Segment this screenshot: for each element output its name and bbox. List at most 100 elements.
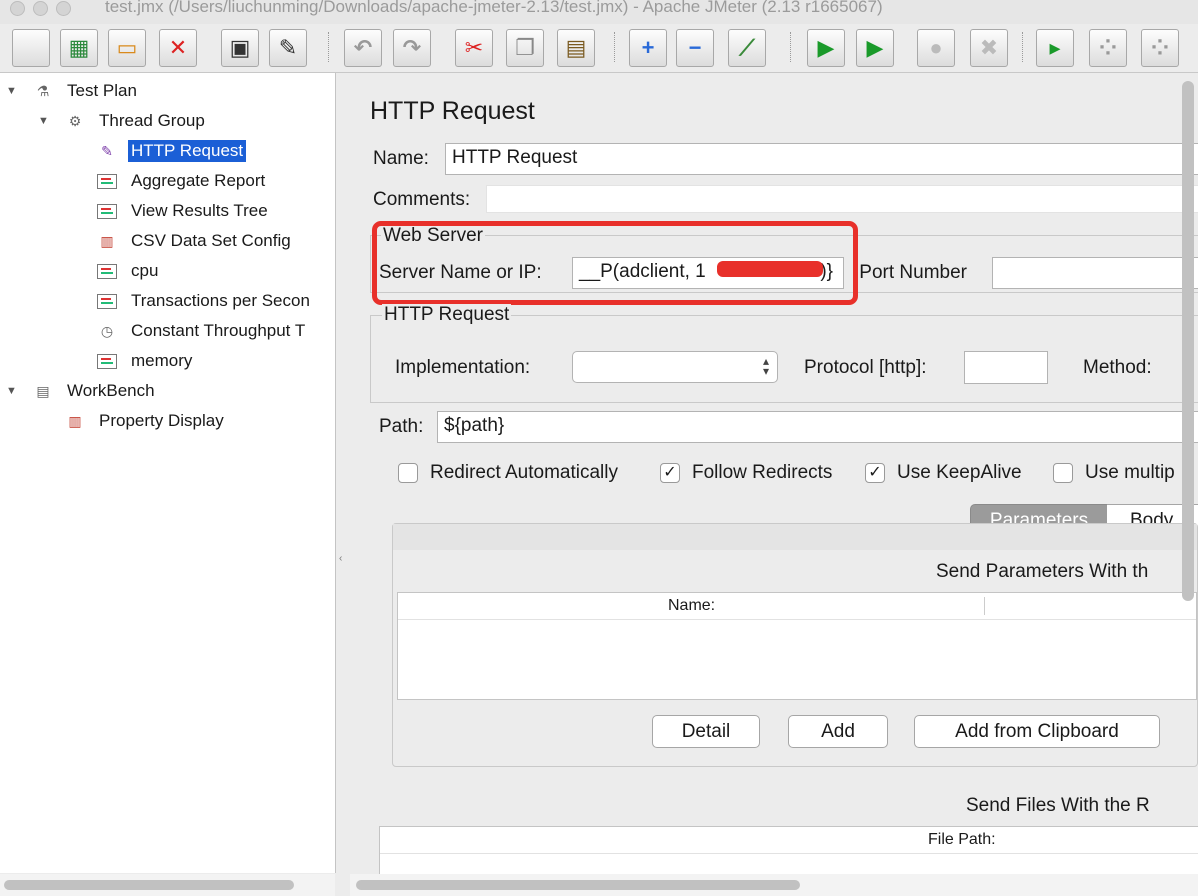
add-button[interactable]: Add (788, 715, 888, 748)
tree-item-cpu[interactable]: cpu (96, 258, 161, 284)
detail-button[interactable]: Detail (652, 715, 760, 748)
tree-item-label: View Results Tree (131, 201, 268, 220)
checkbox-use-keepalive[interactable]: ✓ Use KeepAlive (865, 462, 1022, 484)
panel-scroll-thumb[interactable] (356, 880, 800, 890)
panel-horizontal-scrollbar[interactable] (350, 874, 1198, 896)
panel-title: HTTP Request (370, 97, 535, 125)
close-icon: ✕ (168, 35, 188, 60)
graph-icon (96, 350, 118, 372)
workbench-icon: ▤ (36, 382, 50, 399)
window-titlebar: test.jmx (/Users/liuchunming/Downloads/a… (0, 0, 1198, 25)
toggle-icon: ⟋ (739, 35, 755, 60)
split-pane-divider[interactable]: ‹ (336, 73, 350, 896)
tree-item-constant-throughput-t[interactable]: ◷ Constant Throughput T (96, 318, 308, 344)
flask-icon: ⚗ (36, 82, 50, 99)
tree-item-transactions-per-secon[interactable]: Transactions per Secon (96, 288, 313, 314)
redo-icon: ↷ (402, 35, 422, 60)
open-button[interactable]: ▭ (108, 29, 146, 67)
tree-item-thread-group[interactable]: ▼ ⚙ Thread Group (38, 108, 208, 134)
tree-horizontal-scrollbar[interactable] (0, 874, 335, 896)
redo-button[interactable]: ↷ (393, 29, 431, 67)
zoom-window-button[interactable] (56, 1, 71, 16)
select-arrows-icon: ▴ ▾ (762, 354, 769, 378)
checkbox-redirect-automatically[interactable]: Redirect Automatically (398, 462, 618, 484)
toggle-button[interactable]: ⟋ (728, 29, 766, 67)
start-no-pause-button[interactable]: ▶ (856, 29, 894, 67)
checkmark-icon[interactable]: ✓ (660, 463, 680, 483)
save-as-icon: ✎ (278, 35, 298, 60)
comments-label: Comments: (373, 189, 471, 210)
checkbox-empty-icon[interactable] (1053, 463, 1073, 483)
tree-item-aggregate-report[interactable]: Aggregate Report (96, 168, 268, 194)
remote-exit-icon: ⁘ (1150, 35, 1170, 60)
tree-item-label: CSV Data Set Config (131, 231, 291, 250)
toolbar-separator (790, 32, 791, 62)
copy-button[interactable]: ❐ (506, 29, 544, 67)
send-files-caption: Send Files With the R (966, 795, 1150, 816)
close-button[interactable]: ✕ (159, 29, 197, 67)
tree-item-label: Test Plan (67, 81, 137, 100)
comments-field[interactable] (486, 185, 1198, 213)
tree-item-label: HTTP Request (128, 140, 247, 162)
file-path-column-header[interactable]: File Path: (928, 831, 996, 849)
tree-item-label: Property Display (99, 411, 224, 430)
expand-arrow-icon[interactable]: ▼ (6, 85, 20, 97)
panel-vertical-scrollbar[interactable] (1182, 81, 1194, 601)
minimize-window-button[interactable] (33, 1, 48, 16)
cut-button[interactable]: ✂ (455, 29, 493, 67)
checkmark-icon[interactable]: ✓ (865, 463, 885, 483)
name-column-header[interactable]: Name: (668, 597, 715, 615)
paste-button[interactable]: ▤ (557, 29, 595, 67)
expand-icon: + (641, 35, 655, 60)
checkbox-follow-redirects[interactable]: ✓ Follow Redirects (660, 462, 832, 484)
parameters-table-header: Name: (398, 593, 1196, 620)
start-no-pause-icon: ▶ (866, 35, 884, 60)
graph-icon (96, 200, 118, 222)
save-as-button[interactable]: ✎ (269, 29, 307, 67)
graph-icon (96, 290, 118, 312)
remote-stop-button[interactable]: ⁘ (1089, 29, 1127, 67)
checkbox-label: Redirect Automatically (430, 462, 618, 483)
implementation-label: Implementation: (395, 357, 531, 378)
method-label: Method: (1083, 357, 1152, 378)
protocol-field[interactable] (964, 351, 1048, 384)
save-button[interactable]: ▣ (221, 29, 259, 67)
tree-item-test-plan[interactable]: ▼ ⚗ Test Plan (6, 78, 140, 104)
protocol-label: Protocol [http]: (804, 357, 927, 378)
collapse-button[interactable]: − (676, 29, 714, 67)
test-plan-tree: ▼ ⚗ Test Plan ▼ ⚙ Thread Group ✎ HTTP Request Ag… (0, 73, 336, 873)
expand-arrow-icon[interactable]: ▼ (38, 115, 52, 127)
http-request-panel: HTTP Request Name: HTTP Request Comments… (350, 73, 1198, 896)
port-number-field[interactable] (992, 257, 1198, 289)
tree-item-memory[interactable]: memory (96, 348, 195, 374)
shutdown-button[interactable]: ✖ (970, 29, 1008, 67)
add-from-clipboard-button[interactable]: Add from Clipboard (914, 715, 1160, 748)
collapse-icon: − (688, 35, 702, 60)
name-field[interactable]: HTTP Request (445, 143, 1198, 175)
checkbox-use-multip[interactable]: Use multip (1053, 462, 1175, 484)
tree-item-http-request[interactable]: ✎ HTTP Request (96, 138, 247, 164)
new-button[interactable] (12, 29, 50, 67)
stop-button[interactable]: ● (917, 29, 955, 67)
path-field[interactable]: ${path} (437, 411, 1198, 443)
expand-arrow-icon[interactable]: ▼ (6, 385, 20, 397)
parameters-table[interactable]: Name: (397, 592, 1197, 700)
highlight-annotation (372, 221, 858, 305)
tree-item-property-display[interactable]: ▥ Property Display (64, 408, 227, 434)
tree-item-workbench[interactable]: ▼ ▤ WorkBench (6, 378, 158, 404)
tree-item-view-results-tree[interactable]: View Results Tree (96, 198, 271, 224)
templates-button[interactable]: ▦ (60, 29, 98, 67)
undo-button[interactable]: ↶ (344, 29, 382, 67)
expand-button[interactable]: + (629, 29, 667, 67)
remote-exit-button[interactable]: ⁘ (1141, 29, 1179, 67)
implementation-select[interactable]: ▴ ▾ (572, 351, 778, 383)
open-icon: ▭ (116, 35, 138, 60)
copy-icon: ❐ (515, 35, 535, 60)
cut-icon: ✂ (464, 35, 484, 60)
tree-scroll-thumb[interactable] (4, 880, 294, 890)
tree-item-csv-data-set-config[interactable]: ▥ CSV Data Set Config (96, 228, 294, 254)
close-window-button[interactable] (10, 1, 25, 16)
remote-start-button[interactable]: ▸ (1036, 29, 1074, 67)
checkbox-empty-icon[interactable] (398, 463, 418, 483)
start-button[interactable]: ▶ (807, 29, 845, 67)
